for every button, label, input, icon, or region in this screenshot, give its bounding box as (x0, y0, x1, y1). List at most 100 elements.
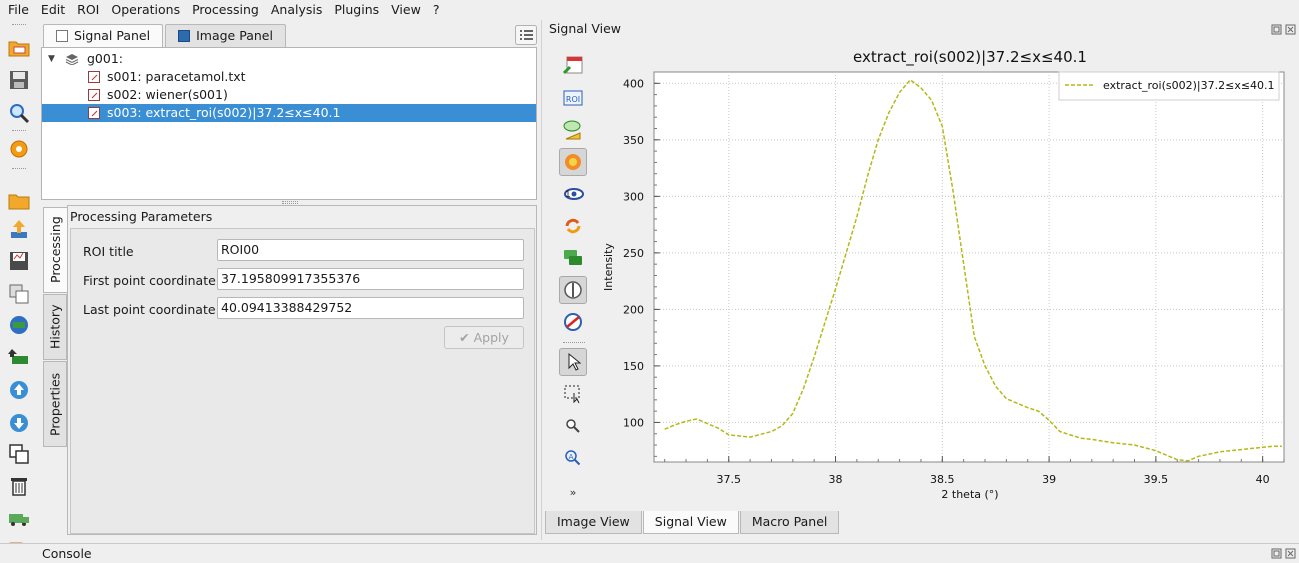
x-tick-label: 38 (829, 473, 843, 486)
console-dock: Console (0, 543, 1299, 563)
move-down-icon[interactable] (8, 412, 30, 434)
new-curve-button[interactable] (559, 52, 587, 80)
menu-help[interactable]: ? (427, 0, 446, 20)
tab-properties-label: Properties (47, 372, 63, 436)
cursor-info-button[interactable]: 1 (559, 180, 587, 208)
delete-all-icon[interactable] (8, 507, 30, 529)
last-point-field[interactable]: 40.09413388429752 (217, 297, 524, 319)
params-group: ROI title ROI00 First point coordinate 3… (70, 228, 535, 534)
svg-text:ROI: ROI (566, 95, 580, 104)
signal-plot[interactable]: extract_roi(s002)|37.2≤x≤40.1 37.5 38 38.5… (596, 42, 1294, 510)
tab-image-view[interactable]: Image View (545, 511, 642, 534)
refresh-icon (565, 218, 581, 234)
dock-divider[interactable] (541, 20, 542, 540)
apply-button-label: Apply (473, 330, 509, 345)
save-signal-icon[interactable] (8, 250, 30, 272)
roi-button[interactable]: ROI (559, 84, 587, 112)
console-float-close-icon[interactable] (1271, 548, 1297, 559)
menu-processing[interactable]: Processing (186, 0, 265, 20)
tree-item-s003[interactable]: s003: extract_roi(s002)|37.2≤x≤40.1 (42, 104, 536, 122)
chart-title: extract_roi(s002)|37.2≤x≤40.1 (853, 48, 1087, 67)
tab-properties[interactable]: Properties (43, 361, 67, 447)
open-signal-icon[interactable] (8, 37, 30, 59)
upload-icon[interactable] (8, 218, 30, 240)
tab-signal-panel-label: Signal Panel (74, 28, 151, 43)
settings-icon[interactable] (8, 138, 30, 160)
toolbar-separator (563, 342, 585, 343)
expand-arrow-icon[interactable]: ▼ (48, 50, 55, 68)
x-tick-label: 37.5 (716, 473, 741, 486)
list-menu-icon[interactable] (515, 25, 537, 45)
tab-macro-panel[interactable]: Macro Panel (739, 511, 840, 534)
roi-icon: ROI (563, 90, 583, 106)
refresh-memory-icon[interactable] (8, 314, 30, 336)
tree-item-label: s001: paracetamol.txt (107, 69, 246, 84)
tree-item-s002[interactable]: s002: wiener(s001) (42, 86, 536, 104)
open-folder-icon[interactable] (8, 190, 30, 212)
rect-zoom-button[interactable] (559, 380, 587, 408)
tab-processing-label: Processing (48, 216, 63, 284)
y-axis-label: Intensity (602, 243, 615, 291)
auto-scale-button[interactable] (559, 148, 587, 176)
tree-group-row[interactable]: ▼ g001: (42, 50, 536, 68)
y-tick-label: 300 (623, 190, 644, 203)
tree-item-s001[interactable]: s001: paracetamol.txt (42, 68, 536, 86)
auto-scale-icon (565, 154, 581, 170)
menu-edit[interactable]: Edit (35, 0, 71, 20)
no-curve-button[interactable] (559, 308, 587, 336)
roi-title-field[interactable]: ROI00 (217, 239, 524, 261)
signal-icon (88, 89, 100, 101)
signal-view-title: Signal View (549, 21, 622, 36)
menu-roi[interactable]: ROI (71, 0, 105, 20)
tab-signal-view[interactable]: Signal View (642, 511, 739, 534)
zoom-fit-button[interactable]: A (559, 444, 587, 472)
y-tick-label: 350 (623, 134, 644, 147)
load-memory-icon[interactable] (8, 346, 30, 368)
refresh-button[interactable] (559, 212, 587, 240)
roi-title-label: ROI title (83, 244, 134, 259)
first-point-field[interactable]: 37.195809917355376 (217, 268, 524, 290)
annotation-button[interactable] (559, 116, 587, 144)
x-tick-label: 40 (1256, 473, 1270, 486)
dock-float-close-icon[interactable] (1271, 24, 1297, 35)
apply-button[interactable]: ✔ Apply (444, 326, 524, 349)
save-icon[interactable] (8, 69, 30, 91)
magnifier-icon (566, 419, 580, 433)
menu-bar: File Edit ROI Operations Processing Anal… (0, 0, 1299, 20)
eye-icon: 1 (564, 188, 584, 200)
zoom-fit-icon: A (565, 450, 581, 466)
x-tick-label: 39 (1042, 473, 1056, 486)
tab-image-panel[interactable]: Image Panel (165, 24, 286, 47)
select-tool-button[interactable] (559, 348, 587, 376)
menu-file[interactable]: File (0, 0, 35, 20)
comments-button[interactable] (559, 244, 587, 272)
search-icon[interactable] (8, 102, 30, 124)
plot-svg[interactable]: extract_roi(s002)|37.2≤x≤40.1 37.5 38 38.5… (596, 42, 1294, 510)
tab-processing[interactable]: Processing (43, 207, 67, 293)
splitter-handle[interactable] (282, 201, 298, 204)
legend-label: extract_roi(s002)|37.2≤x≤40.1 (1103, 79, 1275, 92)
legend: extract_roi(s002)|37.2≤x≤40.1 (1058, 71, 1280, 101)
group-layers-icon (65, 54, 79, 65)
delete-icon[interactable] (8, 475, 30, 497)
menu-plugins[interactable]: Plugins (328, 0, 385, 20)
y-tick-label: 400 (623, 77, 644, 90)
tab-history[interactable]: History (43, 294, 67, 360)
menu-operations[interactable]: Operations (105, 0, 186, 20)
more-tools-button[interactable]: » (559, 478, 587, 506)
zoom-button[interactable] (559, 412, 587, 440)
contrast-button[interactable] (559, 276, 587, 304)
copy-icon[interactable] (8, 443, 30, 465)
signal-icon (88, 71, 100, 83)
signal-panel-icon (56, 30, 68, 42)
tab-image-panel-label: Image Panel (196, 28, 273, 43)
duplicate-icon[interactable] (8, 283, 30, 305)
object-tree: ▼ g001: s001: paracetamol.txt s002: wien… (41, 47, 537, 200)
menu-view[interactable]: View (385, 0, 427, 20)
svg-text:A: A (569, 453, 574, 461)
move-up-icon[interactable] (8, 379, 30, 401)
tab-signal-panel[interactable]: Signal Panel (43, 24, 164, 47)
menu-analysis[interactable]: Analysis (265, 0, 329, 20)
tree-group-label: g001: (87, 51, 124, 66)
y-tick-label: 100 (623, 416, 644, 429)
